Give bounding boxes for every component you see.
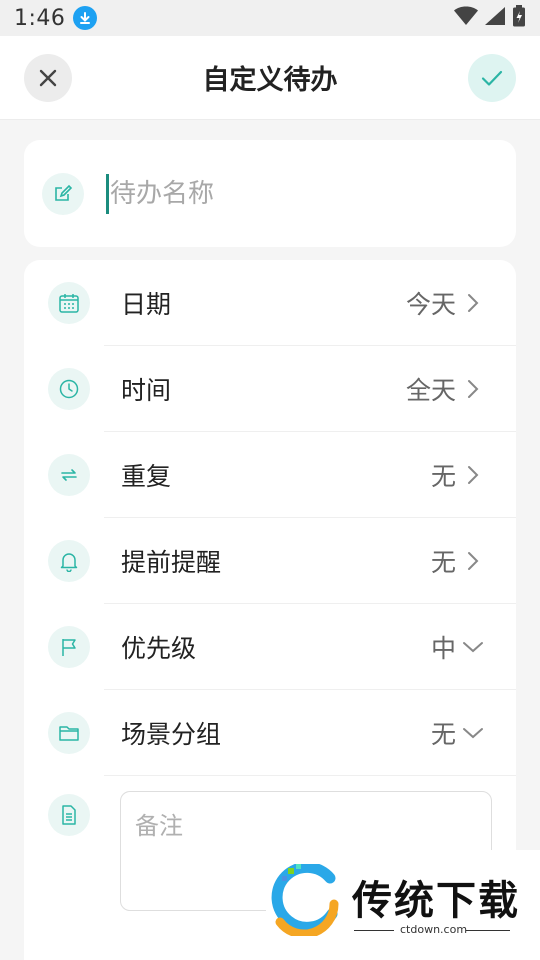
text-caret <box>106 173 109 214</box>
reminder-row[interactable]: 提前提醒 无 <box>24 518 516 604</box>
watermark: 传统下载 ctdown.com <box>266 850 540 960</box>
brand-logo-icon <box>271 864 339 936</box>
row-value: 今天 <box>405 290 456 319</box>
repeat-row[interactable]: 重复 无 <box>24 432 516 518</box>
status-time: 1:46 <box>14 5 66 31</box>
status-bar: 1:46 <box>0 0 540 36</box>
todo-name-card <box>24 140 516 247</box>
row-label: 场景分组 <box>121 720 222 749</box>
row-value: 中 <box>430 634 456 663</box>
row-label: 重复 <box>121 462 172 491</box>
signal-icon <box>484 6 506 30</box>
row-label: 时间 <box>121 376 172 405</box>
watermark-brand: 传统下载 <box>352 878 520 924</box>
row-value: 无 <box>430 462 456 491</box>
clock-icon <box>48 368 90 410</box>
row-label: 优先级 <box>121 634 197 663</box>
battery-icon <box>512 5 526 31</box>
chevron-down-icon <box>463 642 483 653</box>
folder-icon <box>48 712 90 754</box>
chevron-right-icon <box>468 380 479 398</box>
wifi-icon <box>454 6 478 30</box>
check-icon <box>481 70 503 86</box>
download-icon <box>73 6 98 30</box>
document-icon <box>48 794 90 836</box>
time-row[interactable]: 时间 全天 <box>24 346 516 432</box>
confirm-button[interactable] <box>468 54 516 102</box>
chevron-right-icon <box>468 552 479 570</box>
chevron-right-icon <box>468 294 479 312</box>
date-row[interactable]: 日期 今天 <box>24 260 516 346</box>
header: 自定义待办 <box>0 36 540 120</box>
todo-name-input[interactable] <box>106 178 446 209</box>
priority-row[interactable]: 优先级 中 <box>24 604 516 690</box>
row-label: 提前提醒 <box>121 548 222 577</box>
close-icon <box>39 69 57 87</box>
watermark-site: ctdown.com <box>400 923 468 936</box>
row-value: 全天 <box>405 376 456 405</box>
row-value: 无 <box>430 548 456 577</box>
close-button[interactable] <box>24 54 72 102</box>
flag-icon <box>48 626 90 668</box>
repeat-icon <box>48 454 90 496</box>
chevron-down-icon <box>463 728 483 739</box>
row-label: 日期 <box>121 290 172 319</box>
row-value: 无 <box>430 720 456 749</box>
calendar-icon <box>48 282 90 324</box>
group-row[interactable]: 场景分组 无 <box>24 690 516 776</box>
chevron-right-icon <box>468 466 479 484</box>
edit-icon <box>42 172 84 215</box>
page-title: 自定义待办 <box>202 65 338 96</box>
bell-icon <box>48 540 90 582</box>
